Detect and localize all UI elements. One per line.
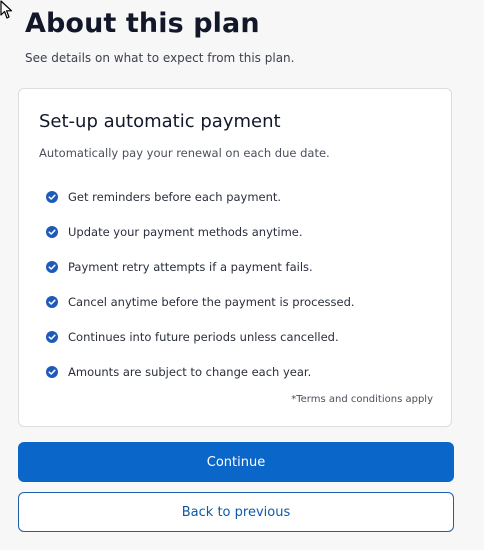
feature-item: Continues into future periods unless can…: [46, 319, 355, 354]
feature-text: Payment retry attempts if a payment fail…: [68, 259, 313, 274]
feature-list: Get reminders before each payment. Updat…: [46, 179, 355, 389]
check-circle-icon: [46, 190, 58, 203]
feature-item: Update your payment methods anytime.: [46, 214, 355, 249]
feature-item: Cancel anytime before the payment is pro…: [46, 284, 355, 319]
check-circle-icon: [46, 260, 58, 273]
check-circle-icon: [46, 295, 58, 308]
feature-item: Payment retry attempts if a payment fail…: [46, 249, 355, 284]
mouse-pointer-icon: [0, 0, 13, 19]
card-title: Set-up automatic payment: [39, 111, 281, 132]
feature-item: Get reminders before each payment.: [46, 179, 355, 214]
page-title: About this plan: [25, 8, 260, 39]
feature-text: Update your payment methods anytime.: [68, 224, 303, 239]
feature-text: Continues into future periods unless can…: [68, 329, 339, 344]
terms-note: *Terms and conditions apply: [291, 394, 433, 405]
feature-text: Amounts are subject to change each year.: [68, 364, 312, 379]
feature-text: Cancel anytime before the payment is pro…: [68, 294, 355, 309]
feature-text: Get reminders before each payment.: [68, 189, 282, 204]
continue-button[interactable]: Continue: [18, 442, 454, 482]
back-button[interactable]: Back to previous: [18, 492, 454, 532]
check-circle-icon: [46, 330, 58, 343]
card-description: Automatically pay your renewal on each d…: [39, 146, 330, 160]
check-circle-icon: [46, 225, 58, 238]
page-subtitle: See details on what to expect from this …: [25, 51, 295, 65]
plan-details-card: Set-up automatic payment Automatically p…: [18, 88, 452, 427]
feature-item: Amounts are subject to change each year.: [46, 354, 355, 389]
check-circle-icon: [46, 365, 58, 378]
